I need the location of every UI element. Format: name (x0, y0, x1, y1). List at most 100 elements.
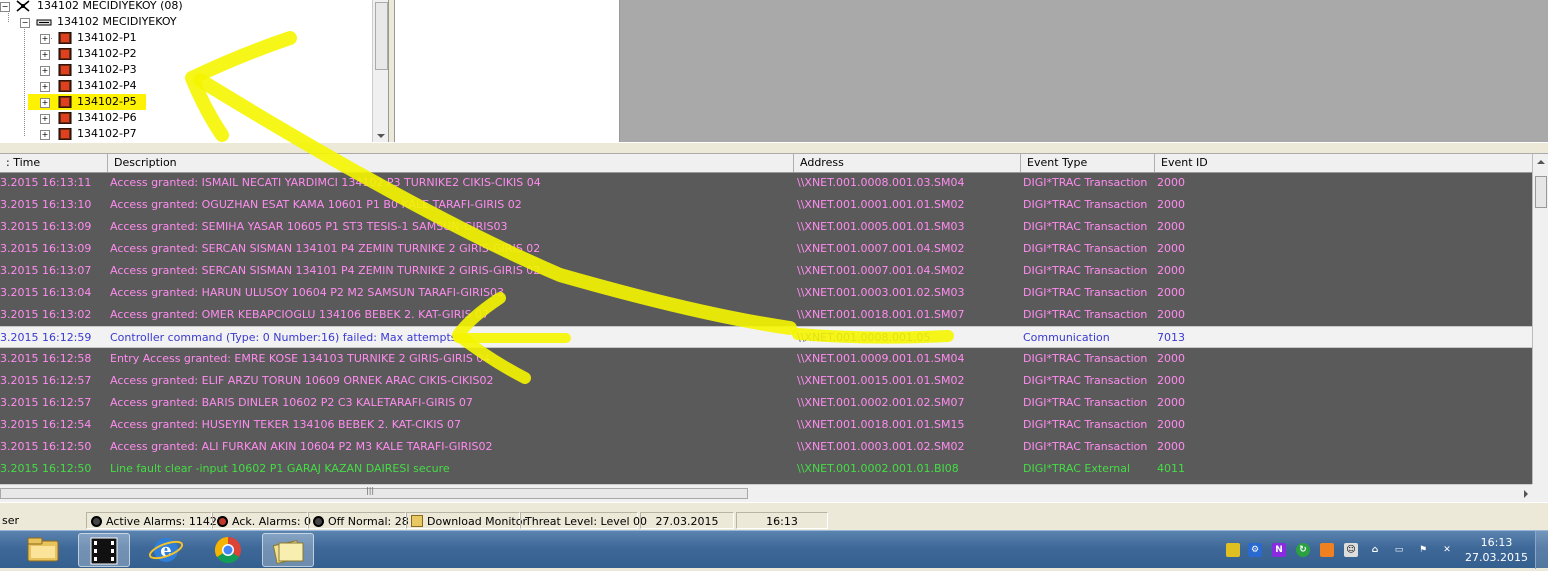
cell-time: 3.2015 16:12:54 (0, 418, 92, 431)
update-tray-icon[interactable]: ⚙ (1248, 543, 1262, 557)
cell-event-id: 2000 (1157, 198, 1185, 211)
taskbar-film-app[interactable] (78, 533, 130, 567)
scroll-right-icon[interactable] (1524, 490, 1528, 498)
taskbar-folder-app[interactable] (262, 533, 314, 567)
scrollbar-thumb[interactable] (1535, 176, 1547, 208)
table-row[interactable]: 3.2015 16:12:50 Access granted: ALI FURKA… (0, 436, 1532, 458)
cell-description: Line fault clear -input 10602 P1 GARAJ K… (110, 462, 450, 475)
status-date: 27.03.2015 (640, 512, 734, 529)
table-row[interactable]: 3.2015 16:13:11 Access granted: ISMAIL NE… (0, 172, 1532, 194)
grid-horizontal-scrollbar[interactable]: ||| (0, 484, 1532, 502)
table-row[interactable]: 3.2015 16:12:58 Entry Access granted: EMR… (0, 348, 1532, 370)
column-header-time[interactable]: : Time (0, 154, 108, 172)
user-tray-icon[interactable]: ☺ (1344, 543, 1358, 557)
table-row[interactable]: 3.2015 16:12:50 Line fault clear -input 1… (0, 458, 1532, 480)
table-row[interactable]: 3.2015 16:13:10 Access granted: OGUZHAN E… (0, 194, 1532, 216)
tree-item-label: 134102-P3 (77, 63, 137, 76)
expand-icon[interactable]: + (40, 34, 50, 44)
table-row[interactable]: 3.2015 16:12:57 Access granted: BARIS DIN… (0, 392, 1532, 414)
door-panel-icon (58, 63, 72, 77)
column-header-address[interactable]: Address (794, 154, 1021, 172)
table-row[interactable]: 3.2015 16:13:02 Access granted: OMER KEBA… (0, 304, 1532, 326)
taskbar-internet-explorer[interactable]: e (140, 533, 192, 567)
cell-address: \\XNET.001.0003.001.02.SM03 (797, 286, 965, 299)
cell-address: \\XNET.001.0001.001.01.SM02 (797, 198, 965, 211)
column-header-event-type[interactable]: Event Type (1021, 154, 1155, 172)
cell-time: 3.2015 16:12:57 (0, 396, 92, 409)
column-header-description[interactable]: Description (108, 154, 794, 172)
scroll-up-icon[interactable] (1537, 160, 1545, 164)
alarm-icon (91, 516, 102, 527)
scrollbar-thumb[interactable] (375, 2, 388, 70)
table-row[interactable]: 3.2015 16:13:07 Access granted: SERCAN SI… (0, 260, 1532, 282)
onenote-tray-icon[interactable]: N (1272, 543, 1286, 557)
cell-address: \\XNET.001.0018.001.01.SM07 (797, 308, 965, 321)
status-download-monitor[interactable]: Download Monitor (406, 512, 527, 529)
table-row[interactable]: 3.2015 16:12:54 Access granted: HUSEYIN T… (0, 414, 1532, 436)
network-tray-icon[interactable]: ⌂ (1368, 543, 1382, 557)
app-tray-icon[interactable] (1320, 543, 1334, 557)
table-row[interactable]: 3.2015 16:13:09 Access granted: SERCAN SI… (0, 238, 1532, 260)
cell-event-id: 2000 (1157, 352, 1185, 365)
cell-time: 3.2015 16:13:04 (0, 286, 92, 299)
expand-icon[interactable]: + (40, 130, 50, 140)
cell-event-id: 2000 (1157, 440, 1185, 453)
grid-vertical-scrollbar[interactable] (1532, 154, 1548, 484)
cell-time: 3.2015 16:13:11 (0, 176, 92, 189)
cell-event-type: DIGI*TRAC Transaction (1023, 242, 1148, 255)
taskbar-clock[interactable]: 16:13 27.03.2015 (1465, 535, 1528, 565)
table-row[interactable]: 3.2015 16:13:04 Access granted: HARUN ULU… (0, 282, 1532, 304)
taskbar-chrome[interactable] (202, 533, 254, 567)
expand-icon[interactable]: + (40, 50, 50, 60)
cell-event-id: 2000 (1157, 286, 1185, 299)
cell-event-type: DIGI*TRAC Transaction (1023, 396, 1148, 409)
flag-tray-icon[interactable]: ⚑ (1416, 543, 1430, 557)
scroll-down-icon[interactable] (377, 134, 385, 138)
network-icon (16, 0, 30, 12)
status-off-normal[interactable]: Off Normal: 28 (308, 512, 409, 529)
cell-description: Access granted: OMER KEBAPCIOGLU 134106 … (110, 308, 490, 321)
clock-date: 27.03.2015 (1465, 551, 1528, 564)
security-tray-icon[interactable] (1226, 543, 1240, 557)
door-panel-icon (58, 31, 72, 45)
table-row[interactable]: 3.2015 16:13:09 Access granted: SEMIHA YA… (0, 216, 1532, 238)
status-user: ser (2, 514, 20, 527)
status-ack-alarms[interactable]: Ack. Alarms: 0 (212, 512, 312, 529)
volume-muted-icon[interactable]: ✕ (1440, 543, 1454, 557)
cell-description: Access granted: SEMIHA YASAR 10605 P1 ST… (110, 220, 508, 233)
cell-description: Access granted: ELIF ARZU TORUN 10609 OR… (110, 374, 494, 387)
expand-icon[interactable]: + (40, 98, 50, 108)
cell-event-type: DIGI*TRAC Transaction (1023, 308, 1148, 321)
taskbar-file-explorer[interactable] (18, 533, 70, 567)
table-row[interactable]: 3.2015 16:12:57 Access granted: ELIF ARZU… (0, 370, 1532, 392)
cell-time: 3.2015 16:13:10 (0, 198, 92, 211)
status-active-alarms[interactable]: Active Alarms: 11421 (86, 512, 224, 529)
expand-icon[interactable]: + (40, 82, 50, 92)
folder-app-icon (272, 540, 304, 564)
collapse-icon[interactable]: − (20, 18, 30, 28)
door-panel-icon (58, 79, 72, 93)
cell-event-type: DIGI*TRAC Transaction (1023, 286, 1148, 299)
expand-icon[interactable]: + (40, 114, 50, 124)
pane-splitter[interactable] (0, 142, 1548, 154)
grip-icon: ||| (366, 486, 375, 495)
collapse-icon[interactable]: − (0, 2, 10, 12)
tree-item-label: 134102-P4 (77, 79, 137, 92)
cell-time: 3.2015 16:12:50 (0, 462, 92, 475)
cell-address: \\XNET.001.0002.001.02.SM07 (797, 396, 965, 409)
cell-event-id: 2000 (1157, 242, 1185, 255)
show-desktop-button[interactable] (1535, 531, 1548, 569)
table-row[interactable]: 3.2015 16:12:59 Controller command (Type:… (0, 326, 1532, 348)
tree-scrollbar[interactable] (372, 0, 388, 142)
event-grid[interactable]: : Time Description Address Event Type Ev… (0, 154, 1532, 484)
cell-event-type: DIGI*TRAC External (1023, 462, 1131, 475)
download-monitor-icon (411, 515, 423, 527)
column-header-event-id[interactable]: Event ID (1155, 154, 1532, 172)
expand-icon[interactable]: + (40, 66, 50, 76)
sync-tray-icon[interactable]: ↻ (1296, 543, 1310, 557)
display-tray-icon[interactable]: ▭ (1392, 543, 1406, 557)
cell-event-type: DIGI*TRAC Transaction (1023, 440, 1148, 453)
device-tree[interactable]: − 134102 MECIDIYEKOY (08) − 134102 MECID… (0, 0, 389, 142)
cell-description: Controller command (Type: 0 Number:16) f… (110, 331, 457, 344)
status-ack-alarms-label: Ack. Alarms: 0 (232, 515, 312, 528)
